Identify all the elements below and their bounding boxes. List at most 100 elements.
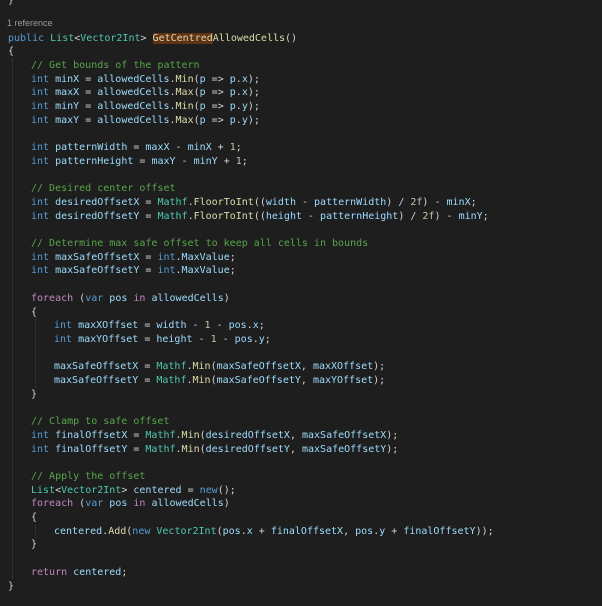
code-token: + [211, 142, 230, 154]
code-token: minY [458, 210, 483, 222]
code-token: - [301, 210, 321, 222]
code-token: = [79, 101, 98, 112]
code-token: FloorToInt [193, 196, 254, 208]
code-token: ) / [386, 196, 411, 208]
indent-guide [35, 319, 36, 388]
code-token: ); [386, 429, 399, 441]
code-token: public [8, 32, 45, 44]
code-token: ( [73, 292, 86, 304]
indent-guide [35, 524, 36, 539]
code-token: } [31, 539, 38, 551]
code-token: AllowedCells [212, 32, 286, 44]
code-token: } [8, 580, 15, 592]
code-line: int maxSafeOffsetX = int.MaxValue; [31, 251, 236, 265]
code-token: ; [264, 333, 271, 345]
code-token: , [300, 375, 313, 386]
code-editor[interactable]: 1 reference } public List<Vector2Int> Get… [0, 0, 602, 606]
code-line: } [8, 580, 14, 594]
code-token: allowedCells [151, 292, 224, 304]
code-token: + [385, 525, 404, 537]
code-token: new [199, 484, 218, 496]
code-token: allowedCells [97, 114, 170, 126]
code-token: pos [228, 320, 247, 332]
code-token: int [157, 265, 176, 277]
code-token: FloorToInt [193, 210, 254, 222]
code-token: minX [55, 73, 80, 85]
code-lens-references[interactable]: 1 reference [7, 18, 53, 28]
code-token: int [31, 155, 50, 167]
code-line: int maxYOffset = height - 1 - pos.y; [54, 333, 271, 347]
code-line: int minY = allowedCells.Min(p => p.y); [31, 100, 260, 114]
code-token: desiredOffsetX [205, 429, 290, 441]
code-token: desiredOffsetY [55, 210, 140, 222]
code-token: finalOffsetY [55, 443, 128, 455]
code-token: = [133, 155, 152, 167]
code-token: ); [386, 443, 399, 455]
code-token: in [133, 498, 146, 510]
code-line: maxSafeOffsetY = Mathf.Min(maxSafeOffset… [54, 374, 385, 388]
code-token: minX [446, 196, 471, 208]
code-token: List [50, 32, 75, 44]
code-token: { [31, 306, 38, 318]
code-token: , [300, 361, 313, 373]
code-token: int [31, 429, 50, 441]
code-token: centered [73, 566, 122, 578]
code-token: height [265, 210, 302, 222]
code-line: int maxSafeOffsetY = int.MaxValue; [31, 264, 236, 278]
code-token: , [289, 443, 302, 455]
code-line: } [31, 538, 37, 552]
code-token: maxSafeOffsetY [216, 375, 301, 386]
code-token: finalOffsetX [55, 429, 128, 441]
code-token: - [210, 320, 229, 332]
code-token: = [139, 210, 158, 222]
code-token: maxYOffset [78, 333, 139, 345]
code-token: )); [475, 525, 494, 537]
code-token: int [54, 320, 73, 332]
code-token: finalOffsetX [270, 525, 344, 537]
code-token: int [54, 333, 73, 345]
code-token: centered [54, 525, 103, 537]
code-token: , [343, 525, 356, 537]
code-token: // Apply the offset [31, 470, 146, 482]
code-token: new [132, 525, 151, 537]
code-token: maxSafeOffsetY [54, 375, 139, 386]
code-token: } [31, 388, 38, 400]
code-token: allowedCells [97, 73, 170, 85]
code-token: ); [247, 73, 260, 85]
code-token: ; [258, 320, 265, 332]
code-token: , [289, 429, 302, 441]
code-line: maxSafeOffsetX = Mathf.Min(maxSafeOffset… [54, 360, 385, 374]
code-token: maxSafeOffsetX [55, 251, 140, 263]
code-token: = [139, 196, 158, 208]
code-line: { [8, 45, 14, 59]
code-line: } [31, 388, 37, 402]
code-token: = [139, 251, 158, 263]
code-token: allowedCells [97, 101, 170, 112]
code-token: () [285, 32, 298, 44]
code-line: int desiredOffsetX = Mathf.FloorToInt((w… [31, 196, 477, 210]
code-token: = [138, 375, 157, 386]
code-token: ); [247, 101, 260, 112]
code-token: Add [108, 525, 127, 537]
code-token: Mathf [145, 429, 176, 441]
code-token: height [156, 333, 193, 345]
code-token: ; [121, 566, 128, 578]
code-token: Vector2Int [61, 484, 122, 496]
code-token: // Desired center offset [31, 183, 176, 195]
indent-guide [12, 58, 13, 580]
code-line: foreach (var pos in allowedCells) [31, 497, 230, 511]
code-token: int [31, 114, 50, 126]
code-token: desiredOffsetX [55, 196, 140, 208]
code-token: var [85, 292, 104, 304]
code-token: minY [193, 155, 218, 167]
code-token: 2f [422, 210, 435, 222]
code-line: int maxX = allowedCells.Max(p => p.x); [31, 86, 260, 100]
code-token: allowedCells [151, 498, 224, 510]
code-line: foreach (var pos in allowedCells) [31, 292, 230, 306]
code-token: foreach [31, 292, 74, 304]
code-line: // Clamp to safe offset [31, 415, 169, 429]
code-token: ( [73, 498, 86, 510]
code-token: - [169, 142, 188, 154]
code-token: = [79, 114, 98, 126]
code-token: maxY [55, 114, 80, 126]
